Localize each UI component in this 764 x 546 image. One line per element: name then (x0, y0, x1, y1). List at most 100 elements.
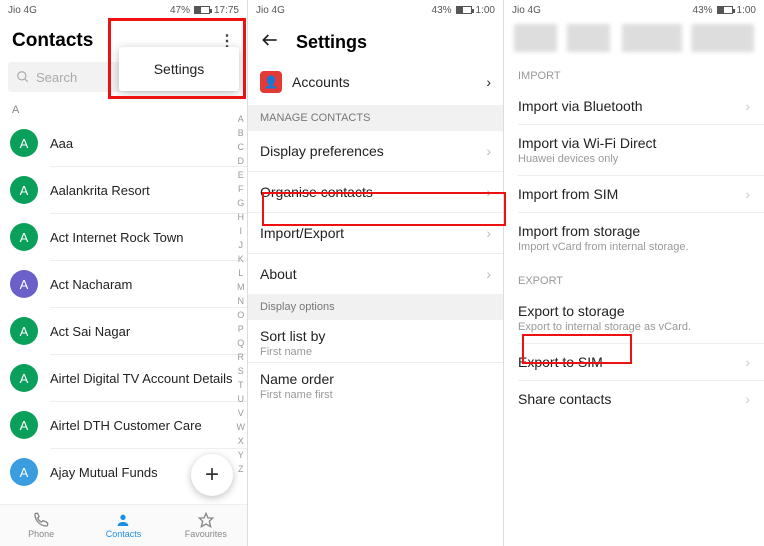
section-export: EXPORT (504, 263, 764, 293)
index-letter[interactable]: V (237, 406, 246, 420)
settings-screen: Jio 4G 43% 1:00 Settings 👤 Accounts › MA… (248, 0, 504, 546)
contacts-icon (115, 512, 131, 528)
row-import-sim[interactable]: Import from SIM› (504, 176, 764, 212)
add-contact-fab[interactable]: + (191, 454, 233, 496)
row-label: Accounts (292, 74, 350, 90)
menu-item-settings[interactable]: Settings (154, 61, 205, 77)
row-display-preferences[interactable]: Display preferences› (248, 131, 503, 171)
avatar: A (10, 223, 38, 251)
nav-phone[interactable]: Phone (0, 505, 82, 546)
contact-row[interactable]: AAct Internet Rock Town (0, 214, 247, 260)
bottom-nav: Phone Contacts Favourites (0, 504, 247, 546)
nav-favourites[interactable]: Favourites (165, 505, 247, 546)
chevron-right-icon: › (486, 74, 491, 90)
battery-text: 43% (432, 5, 452, 16)
contact-row[interactable]: A Airtel Digital TV Account Details (0, 355, 247, 401)
search-placeholder: Search (36, 70, 77, 85)
index-letter[interactable]: R (237, 350, 246, 364)
accounts-icon: 👤 (260, 71, 282, 93)
battery-icon (717, 6, 733, 14)
chevron-right-icon: › (745, 98, 750, 114)
arrow-left-icon (260, 30, 280, 50)
row-import-storage[interactable]: Import from storage Import vCard from in… (504, 213, 764, 263)
index-letter[interactable]: P (237, 322, 246, 336)
contact-row[interactable]: A Aaa (0, 120, 247, 166)
row-import-export[interactable]: Import/Export› (248, 213, 503, 253)
index-letter[interactable]: Q (237, 336, 246, 350)
clock: 1:00 (737, 5, 756, 16)
row-sort-list-by[interactable]: Sort list by First name (248, 320, 503, 362)
index-letter[interactable]: F (237, 182, 246, 196)
avatar: A (10, 270, 38, 298)
back-button[interactable] (260, 30, 280, 55)
group-display-options: Display options (248, 294, 503, 320)
contact-row[interactable]: AAirtel DTH Customer Care (0, 402, 247, 448)
contact-name: Airtel Digital TV Account Details (50, 371, 239, 386)
index-letter[interactable]: T (237, 378, 246, 392)
avatar: A (10, 129, 38, 157)
index-letter[interactable]: N (237, 294, 246, 308)
chevron-right-icon: › (486, 266, 491, 282)
index-letter[interactable]: E (237, 168, 246, 182)
index-letter[interactable]: C (237, 140, 246, 154)
index-letter[interactable]: S (237, 364, 246, 378)
carrier-label: Jio 4G (8, 5, 37, 16)
contact-row[interactable]: A Act Sai Nagar (0, 308, 247, 354)
index-letter[interactable]: O (237, 308, 246, 322)
section-header-a: A (0, 100, 247, 120)
avatar: A (10, 317, 38, 345)
row-export-sim[interactable]: Export to SIM› (504, 344, 764, 380)
row-about[interactable]: About› (248, 254, 503, 294)
index-letter[interactable]: W (237, 420, 246, 434)
index-letter[interactable]: Y (237, 448, 246, 462)
page-title: Contacts (12, 30, 93, 52)
row-import-wifi-direct[interactable]: Import via Wi-Fi Direct Huawei devices o… (504, 125, 764, 175)
battery-icon (194, 6, 210, 14)
index-letter[interactable]: I (237, 224, 246, 238)
row-share-contacts[interactable]: Share contacts› (504, 381, 764, 417)
index-letter[interactable]: Z (237, 462, 246, 476)
index-letter[interactable]: X (237, 434, 246, 448)
contact-name: Aaa (50, 136, 239, 151)
alpha-index[interactable]: ABCDEFGHIJKLMNOPQRSTUVWXYZ (237, 112, 246, 476)
index-letter[interactable]: K (237, 252, 246, 266)
index-letter[interactable]: M (237, 280, 246, 294)
contact-name: Act Sai Nagar (50, 324, 239, 339)
index-letter[interactable]: L (237, 266, 246, 280)
index-letter[interactable]: H (237, 210, 246, 224)
page-title: Settings (296, 32, 367, 53)
contacts-screen: Jio 4G 47% 17:75 Contacts ⋮ Search Setti… (0, 0, 248, 546)
row-accounts[interactable]: 👤 Accounts › (248, 67, 503, 105)
import-export-screen: Jio 4G 43% 1:00 IMPORT Import via Blueto… (504, 0, 764, 546)
status-bar: Jio 4G 43% 1:00 (504, 0, 764, 20)
clock: 1:00 (476, 5, 495, 16)
contact-name: Aalankrita Resort (50, 183, 239, 198)
avatar: A (10, 176, 38, 204)
clock: 17:75 (214, 5, 239, 16)
row-organise-contacts[interactable]: Organise contacts› (248, 172, 503, 212)
chevron-right-icon: › (486, 225, 491, 241)
index-letter[interactable]: U (237, 392, 246, 406)
row-import-bluetooth[interactable]: Import via Bluetooth› (504, 88, 764, 124)
contact-row[interactable]: A Act Nacharam (0, 261, 247, 307)
battery-icon (456, 6, 472, 14)
index-letter[interactable]: D (237, 154, 246, 168)
battery-text: 43% (693, 5, 713, 16)
index-letter[interactable]: B (237, 126, 246, 140)
contact-name: Act Nacharam (50, 277, 239, 292)
index-letter[interactable]: J (237, 238, 246, 252)
chevron-right-icon: › (486, 184, 491, 200)
status-bar: Jio 4G 43% 1:00 (248, 0, 503, 20)
avatar: A (10, 364, 38, 392)
overflow-menu: Settings (119, 47, 239, 91)
contact-row[interactable]: A Aalankrita Resort (0, 167, 247, 213)
index-letter[interactable]: G (237, 196, 246, 210)
nav-contacts[interactable]: Contacts (82, 505, 164, 546)
star-icon (198, 512, 214, 528)
row-export-storage[interactable]: Export to storage Export to internal sto… (504, 293, 764, 343)
avatar: A (10, 411, 38, 439)
chevron-right-icon: › (745, 354, 750, 370)
row-name-order[interactable]: Name order First name first (248, 363, 503, 405)
redacted-header (514, 24, 754, 52)
index-letter[interactable]: A (237, 112, 246, 126)
